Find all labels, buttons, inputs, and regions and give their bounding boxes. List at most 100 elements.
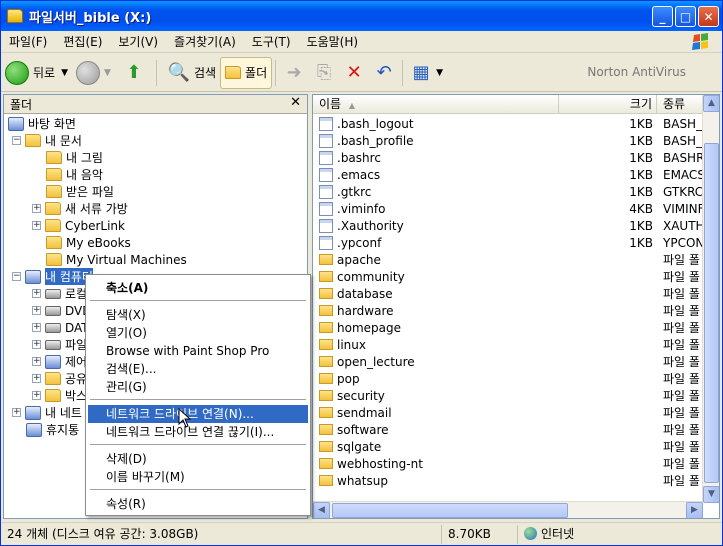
- horizontal-scrollbar[interactable]: ◀ ▶: [313, 501, 703, 518]
- toolbar-separator: [402, 59, 404, 86]
- tree-item-shared-documents[interactable]: + 공유: [32, 370, 87, 387]
- file-row[interactable]: .emacs 1KB EMACS: [315, 166, 705, 183]
- tree-item-desktop[interactable]: 바탕 화면: [8, 115, 76, 132]
- file-row[interactable]: hardware 파일 폴: [315, 302, 703, 319]
- menu-item-search[interactable]: 검색(E)...: [88, 360, 308, 378]
- tree-item-briefcase[interactable]: + 새 서류 가방: [32, 200, 128, 217]
- file-row[interactable]: sendmail 파일 폴: [315, 404, 703, 421]
- expand-icon[interactable]: +: [32, 374, 41, 383]
- menu-edit[interactable]: 편집(E): [55, 33, 110, 50]
- scroll-down-icon[interactable]: ▼: [703, 486, 719, 503]
- expand-icon[interactable]: +: [32, 357, 41, 366]
- file-row[interactable]: homepage 파일 폴: [315, 319, 703, 336]
- menu-item-open[interactable]: 열기(O): [88, 324, 308, 342]
- menu-favorites[interactable]: 즐겨찾기(A): [166, 33, 244, 50]
- tree-item-file-server[interactable]: + 파일: [32, 336, 87, 353]
- menu-tools[interactable]: 도구(T): [244, 33, 299, 50]
- horizontal-scroll-thumb[interactable]: [332, 503, 568, 518]
- tree-item-local-disk[interactable]: + 로컬: [32, 285, 87, 302]
- tree-item-my-music[interactable]: 내 음악: [46, 166, 103, 183]
- file-row[interactable]: pop 파일 폴: [315, 370, 703, 387]
- file-row[interactable]: .bash_logout 1KB BASH_: [315, 115, 703, 132]
- maximize-button[interactable]: □: [675, 6, 696, 27]
- copy-to-icon[interactable]: ⎘: [313, 62, 335, 84]
- file-row[interactable]: webhosting-nt 파일 폴: [315, 455, 703, 472]
- tree-item-data-drive[interactable]: + DAT: [32, 319, 89, 336]
- menu-item-collapse[interactable]: 축소(A): [88, 279, 308, 297]
- file-row[interactable]: .Xauthority 1KB XAUTH: [315, 217, 705, 234]
- file-row[interactable]: .viminfo 4KB VIMINF: [315, 200, 705, 217]
- forward-button[interactable]: ▼: [72, 57, 115, 89]
- menu-item-explore[interactable]: 탐색(X): [88, 306, 308, 324]
- file-row[interactable]: whatsup 파일 폴: [315, 472, 703, 489]
- norton-antivirus-button[interactable]: Norton AntiVirus: [587, 65, 686, 79]
- tree-item-user-documents[interactable]: + 박스: [32, 387, 87, 404]
- tree-item-downloads[interactable]: 받은 파일: [46, 183, 114, 200]
- collapse-icon[interactable]: −: [12, 136, 21, 145]
- close-button[interactable]: ✕: [698, 6, 719, 27]
- menu-item-properties[interactable]: 속성(R): [88, 495, 308, 513]
- menu-item-disconnect-network-drive[interactable]: 네트워크 드라이브 연결 끊기(I)...: [88, 423, 308, 441]
- menu-help[interactable]: 도움말(H): [299, 33, 367, 50]
- title-bar[interactable]: 파일서버_bible (X:) _ □ ✕: [1, 1, 722, 31]
- scroll-left-icon[interactable]: ◀: [313, 502, 330, 518]
- file-row[interactable]: security 파일 폴: [315, 387, 703, 404]
- file-row[interactable]: .bash_profile 1KB BASH_: [315, 132, 703, 149]
- search-button[interactable]: 🔍 검색: [160, 57, 220, 89]
- chevron-down-icon[interactable]: ▼: [436, 68, 443, 78]
- file-row[interactable]: sqlgate 파일 폴: [315, 438, 703, 455]
- menu-item-map-network-drive[interactable]: 네트워크 드라이브 연결(N)...: [88, 405, 308, 423]
- tree-item-my-documents[interactable]: − 내 문서: [12, 132, 82, 149]
- expand-icon[interactable]: +: [32, 289, 41, 298]
- expand-icon[interactable]: +: [32, 204, 41, 213]
- menu-file[interactable]: 파일(F): [1, 33, 55, 50]
- tree-item-recycle-bin[interactable]: 휴지통: [26, 421, 79, 438]
- menu-item-rename[interactable]: 이름 바꾸기(M): [88, 468, 308, 486]
- menu-view[interactable]: 보기(V): [110, 33, 166, 50]
- tree-item-my-pictures[interactable]: 내 그림: [46, 149, 103, 166]
- tree-item-dvd-drive[interactable]: + DVD: [32, 302, 91, 319]
- collapse-icon[interactable]: −: [12, 272, 21, 281]
- expand-icon[interactable]: +: [12, 408, 21, 417]
- move-to-icon[interactable]: ➜: [283, 62, 305, 84]
- tree-item-my-computer[interactable]: − 내 컴퓨터: [12, 268, 93, 285]
- file-row[interactable]: community 파일 폴: [315, 268, 703, 285]
- expand-icon[interactable]: +: [32, 391, 41, 400]
- file-row[interactable]: database 파일 폴: [315, 285, 703, 302]
- tree-item-cyberlink[interactable]: + CyberLink: [32, 217, 125, 234]
- file-row[interactable]: apache 파일 폴: [315, 251, 703, 268]
- vertical-scrollbar[interactable]: ▲ ▼: [702, 95, 719, 503]
- folder-icon: [46, 168, 62, 181]
- expand-icon[interactable]: +: [32, 306, 41, 315]
- expand-icon[interactable]: +: [32, 323, 41, 332]
- folders-button[interactable]: 폴더: [220, 56, 273, 89]
- views-icon[interactable]: ▦: [410, 62, 432, 84]
- back-button[interactable]: 뒤로 ▼: [1, 57, 72, 89]
- delete-icon[interactable]: ✕: [343, 62, 365, 84]
- minimize-button[interactable]: _: [652, 6, 673, 27]
- menu-item-browse-psp[interactable]: Browse with Paint Shop Pro: [88, 342, 308, 360]
- file-row[interactable]: open_lecture 파일 폴: [315, 353, 703, 370]
- file-row[interactable]: .ypconf 1KB YPCON: [315, 234, 704, 251]
- undo-icon[interactable]: ↶: [373, 62, 395, 84]
- file-icon: [319, 218, 333, 233]
- tree-item-control-panel[interactable]: + 제어: [32, 353, 87, 370]
- menu-item-delete[interactable]: 삭제(D): [88, 450, 308, 468]
- file-row[interactable]: linux 파일 폴: [315, 336, 703, 353]
- close-pane-button[interactable]: ✕: [290, 95, 301, 110]
- scroll-right-icon[interactable]: ▶: [686, 502, 703, 518]
- column-name[interactable]: 이름 ▲: [313, 95, 559, 114]
- expand-icon[interactable]: +: [32, 221, 41, 230]
- column-size[interactable]: 크기: [559, 95, 657, 114]
- tree-item-my-network[interactable]: + 내 네트: [12, 404, 82, 421]
- expand-icon[interactable]: +: [32, 340, 41, 349]
- file-row[interactable]: .gtkrc 1KB GTKRC: [315, 183, 703, 200]
- tree-item-my-virtual-machines[interactable]: My Virtual Machines: [46, 251, 187, 268]
- scroll-up-icon[interactable]: ▲: [703, 95, 719, 112]
- up-button[interactable]: ⬆: [115, 57, 153, 89]
- menu-item-manage[interactable]: 관리(G): [88, 378, 308, 396]
- file-row[interactable]: software 파일 폴: [315, 421, 703, 438]
- file-row[interactable]: .bashrc 1KB BASHR: [315, 149, 704, 166]
- vertical-scroll-thumb[interactable]: [704, 143, 719, 483]
- tree-item-my-ebooks[interactable]: My eBooks: [46, 234, 131, 251]
